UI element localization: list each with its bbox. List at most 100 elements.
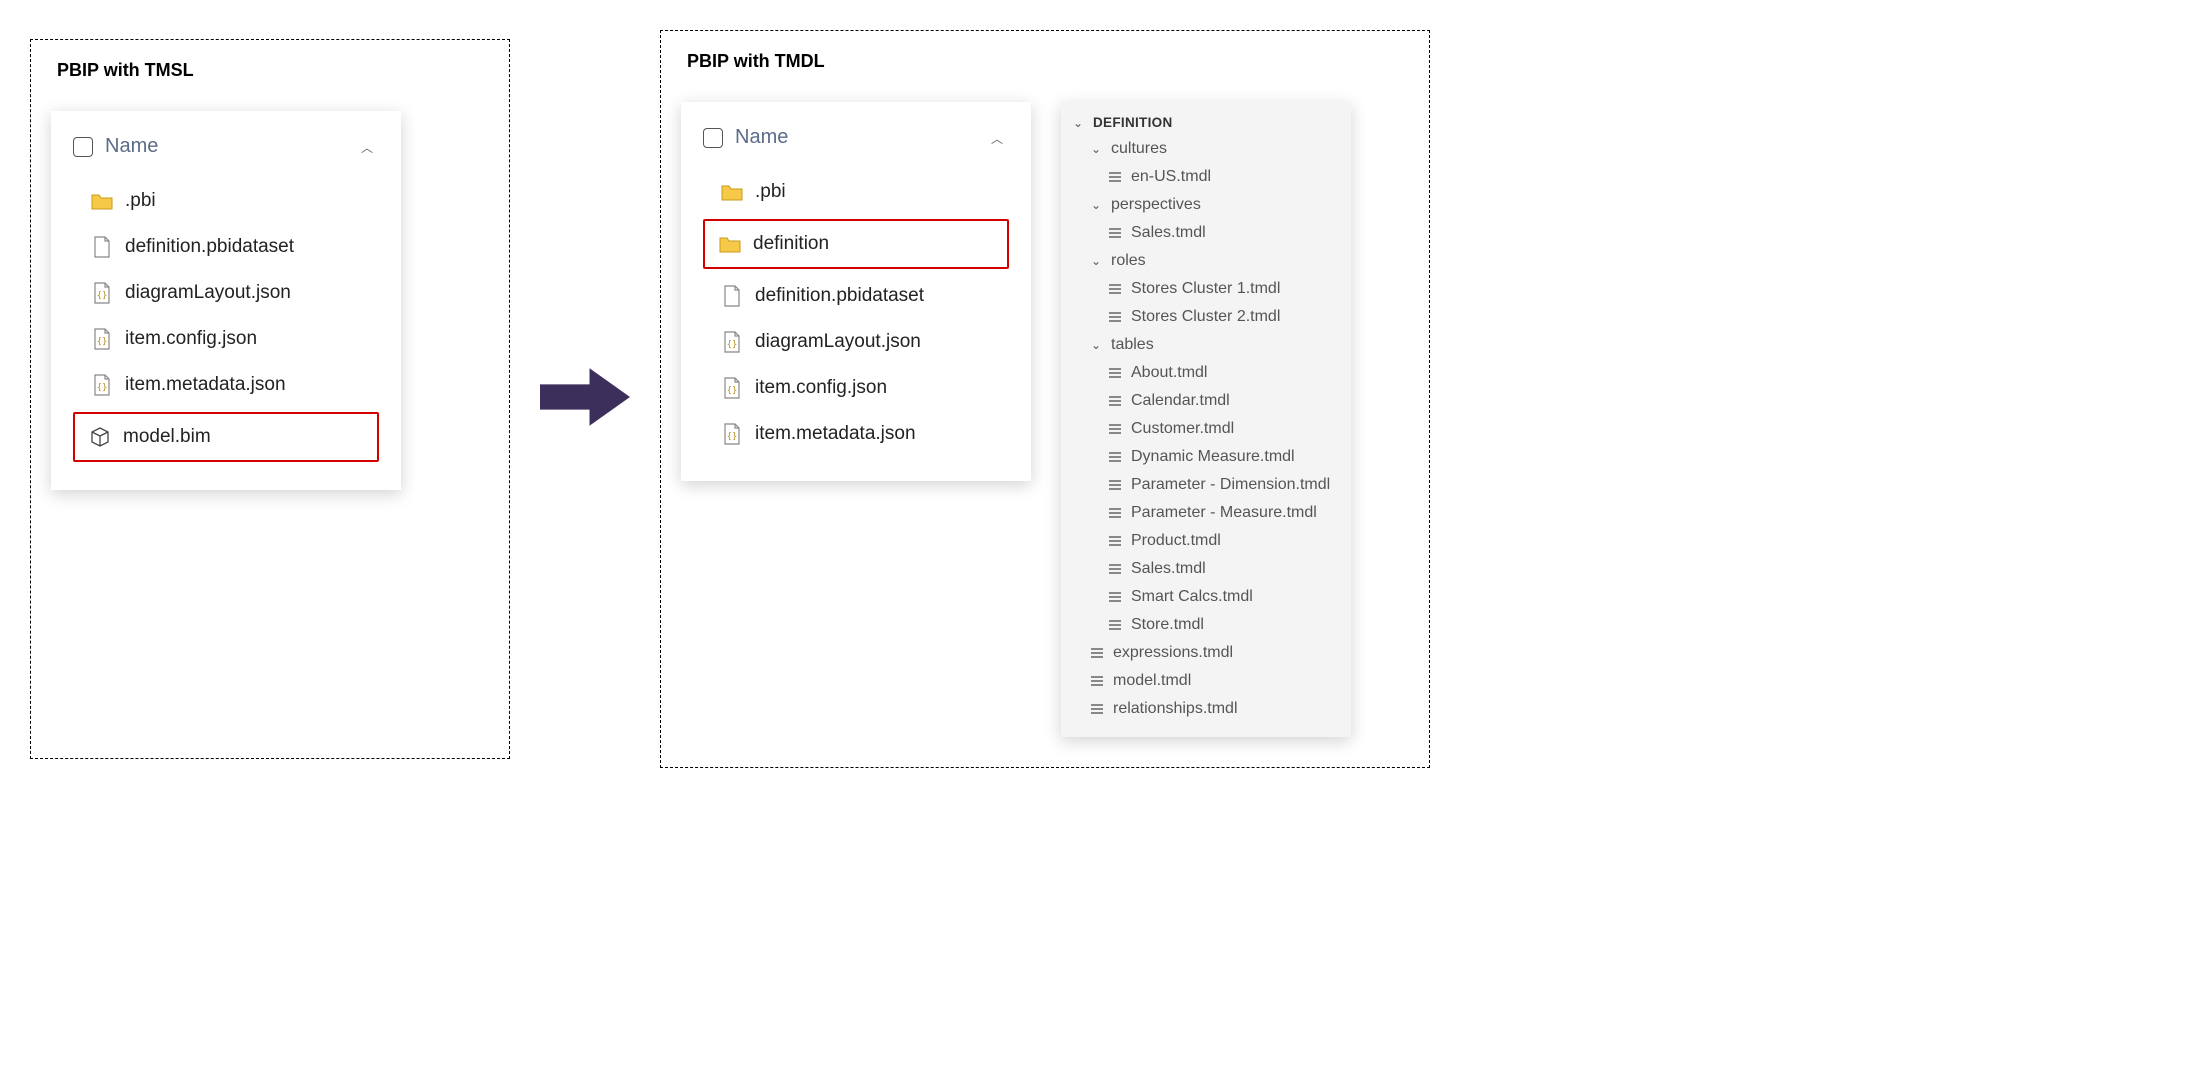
tree-folder-label: roles <box>1111 252 1146 270</box>
tree-file[interactable]: Sales.tmdl <box>1071 555 1333 583</box>
tree-file[interactable]: Parameter - Measure.tmdl <box>1071 499 1333 527</box>
tree-folder-label: perspectives <box>1111 196 1201 214</box>
left-container: PBIP with TMSL Name ︿ .pbi definition.pbi… <box>30 39 510 759</box>
tree-file[interactable]: Parameter - Dimension.tmdl <box>1071 471 1333 499</box>
tree-folder[interactable]: ⌄ perspectives <box>1071 191 1333 219</box>
sort-caret-icon[interactable]: ︿ <box>361 139 373 156</box>
file-name-label: item.config.json <box>125 328 257 350</box>
lines-file-icon <box>1107 394 1123 408</box>
svg-text:{}: {} <box>727 340 738 350</box>
chevron-down-icon[interactable]: ⌄ <box>1089 338 1103 352</box>
json-icon: {} <box>91 328 113 350</box>
tree-folder-label: cultures <box>1111 140 1167 158</box>
file-name-label: .pbi <box>755 181 786 203</box>
file-row[interactable]: {}diagramLayout.json <box>703 319 1009 365</box>
tree-file[interactable]: Store.tmdl <box>1071 611 1333 639</box>
tree-folder[interactable]: ⌄ cultures <box>1071 135 1333 163</box>
tree-file[interactable]: Smart Calcs.tmdl <box>1071 583 1333 611</box>
svg-text:{}: {} <box>727 386 738 396</box>
tree-file-label: en-US.tmdl <box>1131 168 1211 186</box>
sort-caret-icon[interactable]: ︿ <box>991 130 1003 147</box>
file-row[interactable]: {}item.metadata.json <box>73 362 379 408</box>
file-row[interactable]: model.bim <box>73 412 379 462</box>
tree-file-label: Stores Cluster 1.tmdl <box>1131 280 1280 298</box>
file-name-label: .pbi <box>125 190 156 212</box>
tree-file-label: Sales.tmdl <box>1131 560 1206 578</box>
folder-icon <box>719 233 741 255</box>
tree-file-label: expressions.tmdl <box>1113 644 1233 662</box>
chevron-down-icon[interactable]: ⌄ <box>1089 254 1103 268</box>
file-row[interactable]: {} diagramLayout.json <box>73 270 379 316</box>
tree-file[interactable]: Dynamic Measure.tmdl <box>1071 443 1333 471</box>
file-name-label: definition <box>753 233 829 255</box>
lines-file-icon <box>1089 702 1105 716</box>
name-column-header[interactable]: Name <box>105 135 158 158</box>
tree-file[interactable]: relationships.tmdl <box>1071 695 1333 723</box>
tree-file[interactable]: Customer.tmdl <box>1071 415 1333 443</box>
tree-file-label: Calendar.tmdl <box>1131 392 1230 410</box>
name-column-header[interactable]: Name <box>735 126 788 149</box>
tree-root[interactable]: ⌄ DEFINITION <box>1071 110 1333 135</box>
file-row[interactable]: definition <box>703 219 1009 269</box>
left-title: PBIP with TMSL <box>57 60 479 81</box>
file-name-label: item.metadata.json <box>755 423 916 445</box>
svg-text:{}: {} <box>97 291 108 301</box>
column-header-row: Name ︿ <box>73 135 379 170</box>
tree-file[interactable]: Stores Cluster 1.tmdl <box>1071 275 1333 303</box>
tree-file-label: Product.tmdl <box>1131 532 1221 550</box>
file-icon <box>721 285 743 307</box>
lines-file-icon <box>1107 282 1123 296</box>
tree-file-label: Customer.tmdl <box>1131 420 1234 438</box>
file-name-label: definition.pbidataset <box>125 236 294 258</box>
tree-file-label: Dynamic Measure.tmdl <box>1131 448 1295 466</box>
tree-file-label: Smart Calcs.tmdl <box>1131 588 1253 606</box>
lines-file-icon <box>1107 450 1123 464</box>
select-all-checkbox-icon[interactable] <box>703 128 723 148</box>
definition-tree-panel: ⌄ DEFINITION ⌄ cultures en-US.tmdl ⌄ perspecti… <box>1061 102 1351 737</box>
tree-file[interactable]: About.tmdl <box>1071 359 1333 387</box>
cube-icon <box>89 426 111 448</box>
folder-icon <box>91 190 113 212</box>
tree-file-label: model.tmdl <box>1113 672 1191 690</box>
lines-file-icon <box>1107 422 1123 436</box>
left-file-explorer: Name ︿ .pbi definition.pbidataset {} diagra… <box>51 111 401 490</box>
svg-text:{}: {} <box>727 432 738 442</box>
tree-file[interactable]: en-US.tmdl <box>1071 163 1333 191</box>
file-name-label: diagramLayout.json <box>125 282 291 304</box>
lines-file-icon <box>1089 674 1105 688</box>
tree-file[interactable]: Sales.tmdl <box>1071 219 1333 247</box>
left-file-list: .pbi definition.pbidataset {} diagramLayout… <box>73 178 379 462</box>
tree-file[interactable]: Product.tmdl <box>1071 527 1333 555</box>
select-all-checkbox-icon[interactable] <box>73 137 93 157</box>
tree-file[interactable]: model.tmdl <box>1071 667 1333 695</box>
file-name-label: item.config.json <box>755 377 887 399</box>
file-row[interactable]: .pbi <box>703 169 1009 215</box>
json-icon: {} <box>721 331 743 353</box>
file-name-label: model.bim <box>123 426 211 448</box>
tree-file[interactable]: Stores Cluster 2.tmdl <box>1071 303 1333 331</box>
file-row[interactable]: definition.pbidataset <box>73 224 379 270</box>
chevron-down-icon[interactable]: ⌄ <box>1089 142 1103 156</box>
right-container: PBIP with TMDL Name ︿ .pbidefinitiondefi… <box>660 30 1430 768</box>
file-row[interactable]: {} item.config.json <box>73 316 379 362</box>
folder-icon <box>721 181 743 203</box>
lines-file-icon <box>1089 646 1105 660</box>
tree-file[interactable]: expressions.tmdl <box>1071 639 1333 667</box>
file-row[interactable]: {} item.config.json <box>703 365 1009 411</box>
right-file-explorer: Name ︿ .pbi definition definition.pbidatas… <box>681 102 1031 481</box>
tree-file[interactable]: Calendar.tmdl <box>1071 387 1333 415</box>
tree-file-label: Store.tmdl <box>1131 616 1204 634</box>
file-row[interactable]: {} item.metadata.json <box>703 411 1009 457</box>
file-row[interactable]: .pbi <box>73 178 379 224</box>
tree-folder[interactable]: ⌄ roles <box>1071 247 1333 275</box>
json-icon: {} <box>91 374 113 396</box>
tree-root-label: DEFINITION <box>1093 115 1173 130</box>
lines-file-icon <box>1107 226 1123 240</box>
chevron-down-icon[interactable]: ⌄ <box>1071 116 1085 130</box>
chevron-down-icon[interactable]: ⌄ <box>1089 198 1103 212</box>
tree-folder[interactable]: ⌄tables <box>1071 331 1333 359</box>
file-row[interactable]: definition.pbidataset <box>703 273 1009 319</box>
tree-file-label: About.tmdl <box>1131 364 1207 382</box>
file-icon <box>91 236 113 258</box>
diagram-root: PBIP with TMSL Name ︿ .pbidefinition.pbi… <box>30 30 2174 768</box>
